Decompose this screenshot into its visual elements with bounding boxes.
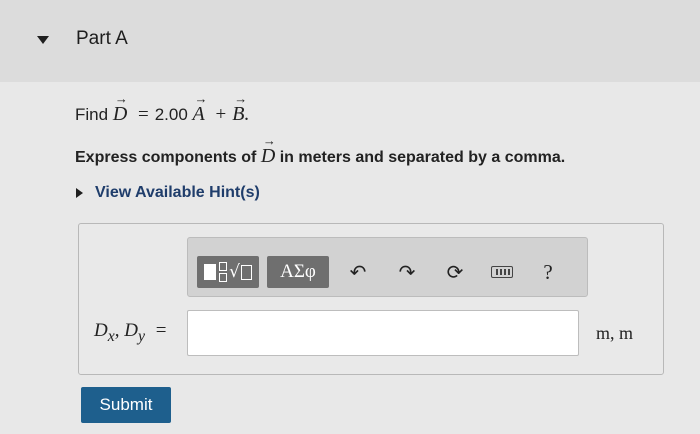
answer-equals: =: [155, 320, 167, 341]
keyboard-icon[interactable]: [488, 258, 516, 286]
reset-icon[interactable]: ⟳: [441, 258, 469, 286]
part-title: Part A: [76, 28, 128, 49]
instruction-pre: Express components of: [75, 149, 257, 166]
hint-label[interactable]: View Available Hint(s): [95, 184, 260, 202]
vector-b: B: [232, 91, 247, 126]
answer-label: Dx, Dy =: [94, 320, 167, 346]
equals-sign: =: [138, 104, 149, 125]
dx-main: D: [94, 320, 108, 341]
vector-d: D: [113, 91, 128, 126]
dy-main: D: [124, 320, 138, 341]
math-toolbar: √ ΑΣφ ↶ ↷ ⟳ ?: [187, 237, 588, 297]
solid-square-icon: [204, 264, 217, 280]
dy-sub: y: [138, 327, 146, 345]
help-button[interactable]: ?: [534, 258, 562, 286]
templates-button[interactable]: √: [197, 256, 259, 288]
redo-icon[interactable]: ↷: [393, 258, 421, 286]
undo-icon[interactable]: ↶: [344, 258, 372, 286]
view-hints-link[interactable]: View Available Hint(s): [76, 184, 260, 202]
coefficient: 2.00: [154, 105, 188, 124]
submit-button[interactable]: Submit: [81, 387, 171, 423]
answer-sep: ,: [114, 320, 120, 341]
caret-down-icon[interactable]: [37, 36, 49, 44]
units-label: m, m: [596, 323, 634, 343]
plus-sign: +: [215, 104, 227, 125]
caret-right-icon: [76, 188, 83, 198]
instruction-text: Express components of D in meters and se…: [75, 133, 566, 168]
symbols-button[interactable]: ΑΣφ: [267, 256, 329, 288]
find-label: Find: [75, 105, 109, 124]
sqrt-icon: √: [229, 262, 240, 282]
vector-a: A: [193, 91, 208, 126]
dx-sub: x: [107, 327, 115, 345]
question-prompt: Find D =2.00 A +B.: [75, 91, 249, 126]
fraction-icon: [219, 262, 228, 282]
box-icon: [240, 264, 252, 280]
instruction-post: in meters and separated by a comma.: [279, 149, 566, 166]
instruction-vector-d: D: [261, 133, 276, 168]
part-header[interactable]: Part A: [0, 0, 700, 82]
answer-input[interactable]: [187, 310, 579, 356]
